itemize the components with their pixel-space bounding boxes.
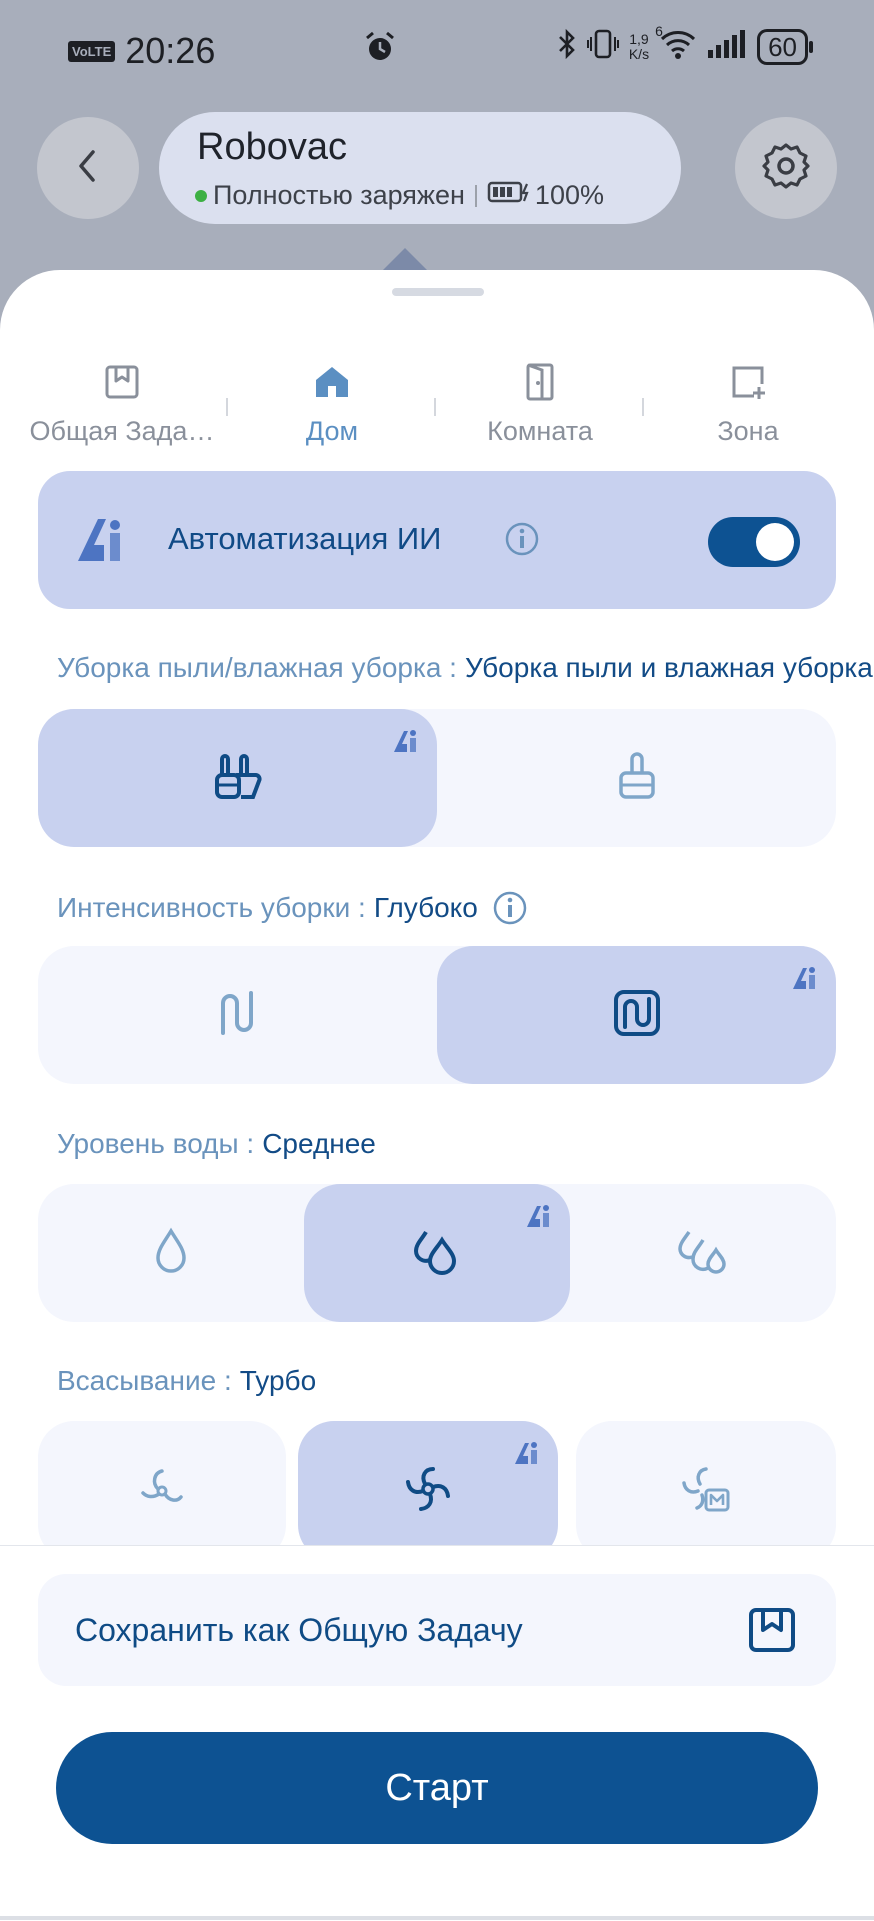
water-level-label: Уровень воды : Среднее [57, 1128, 376, 1160]
start-button[interactable]: Старт [56, 1732, 818, 1844]
chevron-left-icon [73, 146, 103, 191]
clock: 20:26 [125, 30, 216, 71]
tab-label: Зона [717, 416, 779, 446]
fan-turbo-icon [403, 1464, 453, 1519]
battery-indicator: 60 [757, 28, 813, 65]
standard-intensity-option[interactable] [38, 946, 437, 1084]
info-icon[interactable] [492, 890, 528, 926]
cleaning-mode-title: Уборка пыли/влажная уборка : [57, 652, 457, 683]
ai-badge-icon [393, 729, 419, 758]
water-drops-high-icon [675, 1226, 731, 1281]
device-status-text: Полностью заряжен [213, 180, 465, 210]
water-level-title: Уровень воды : [57, 1128, 255, 1159]
battery-charging-icon [487, 180, 531, 211]
tab-room[interactable]: Комната [436, 360, 644, 447]
back-button[interactable] [37, 117, 139, 219]
tab-label: Общая Зада… [29, 416, 215, 446]
signal-icon [707, 30, 747, 63]
suction-label: Всасывание : Турбо [57, 1365, 316, 1397]
ai-logo-icon [76, 515, 126, 570]
fan-low-icon [138, 1465, 186, 1518]
status-right: 1,9 K/s 6 60 [557, 23, 813, 65]
cleaning-mode-label: Уборка пыли/влажная уборка : Уборка пыли… [57, 652, 873, 684]
water-level-value: Среднее [262, 1128, 376, 1159]
info-icon[interactable] [504, 521, 540, 562]
network-speed-value: 1,9 [629, 30, 649, 47]
settings-button[interactable] [735, 117, 837, 219]
robot-marker [383, 248, 427, 270]
bookmark-icon [748, 1607, 796, 1658]
ai-badge-icon [514, 1441, 540, 1470]
tab-zone[interactable]: Зона [644, 360, 852, 447]
tab-shared-task[interactable]: Общая Зада… [18, 360, 226, 447]
tab-label: Комната [487, 416, 593, 446]
ai-automation-toggle[interactable] [708, 517, 800, 567]
suction-turbo-option[interactable] [298, 1421, 558, 1561]
water-low-option[interactable] [38, 1184, 304, 1322]
suction-title: Всасывание : [57, 1365, 232, 1396]
bottom-actions: Сохранить как Общую Задачу Старт [0, 1545, 874, 1921]
wifi-label: 6 [655, 23, 663, 39]
device-info-pill[interactable]: Robovac Полностью заряжен 100% [159, 112, 681, 224]
bookmark-icon [18, 360, 226, 404]
suction-value: Турбо [239, 1365, 317, 1396]
wifi-icon: 6 [655, 23, 697, 64]
ai-automation-title: Автоматизация ИИ [168, 521, 442, 556]
water-drop-icon [151, 1227, 191, 1280]
status-bar: VoLTE 20:26 1,9 K/s 6 60 [0, 0, 874, 100]
device-status: Полностью заряжен 100% [195, 180, 604, 211]
vacuum-brush-icon [612, 749, 662, 808]
single-pass-icon [216, 989, 260, 1042]
cleaning-mode-selector [38, 709, 836, 847]
vacuum-and-mop-option[interactable] [38, 709, 437, 847]
save-as-shared-task-label: Сохранить как Общую Задачу [75, 1612, 523, 1648]
status-divider [474, 184, 477, 207]
device-battery-percent: 100% [534, 180, 604, 210]
suction-selector [38, 1421, 836, 1561]
ai-automation-card: Автоматизация ИИ [38, 471, 836, 609]
online-dot [195, 189, 207, 202]
intensity-title: Интенсивность уборки : [57, 892, 366, 923]
vibrate-icon [586, 29, 619, 64]
door-icon [436, 360, 644, 404]
deep-intensity-option[interactable] [437, 946, 836, 1084]
intensity-label: Интенсивность уборки : Глубоко [57, 890, 528, 926]
intensity-value: Глубоко [373, 892, 478, 923]
bluetooth-icon [557, 28, 577, 65]
double-pass-icon [613, 989, 661, 1042]
intensity-selector [38, 946, 836, 1084]
device-name: Robovac [197, 126, 347, 168]
water-drops-icon [411, 1226, 463, 1281]
save-as-shared-task-button[interactable]: Сохранить как Общую Задачу [38, 1574, 836, 1686]
suction-max-option[interactable] [576, 1421, 836, 1561]
vacuum-mop-icon [211, 749, 265, 808]
vacuum-only-option[interactable] [437, 709, 836, 847]
sheet-handle[interactable] [392, 288, 484, 296]
water-high-option[interactable] [570, 1184, 836, 1322]
mode-tabs: Общая Зада… Дом Комната Зона [0, 360, 874, 450]
ai-badge-icon [526, 1204, 552, 1233]
home-icon [228, 360, 436, 404]
gear-icon [761, 141, 811, 196]
home-indicator [0, 1916, 874, 1920]
ai-badge-icon [792, 966, 818, 995]
cleaning-mode-value: Уборка пыли и влажная уборка [464, 652, 873, 683]
alarm-icon [363, 30, 397, 69]
water-medium-option[interactable] [304, 1184, 570, 1322]
network-speed-unit: K/s [628, 45, 650, 62]
zone-add-icon [644, 360, 852, 404]
tab-home[interactable]: Дом [228, 360, 436, 447]
network-speed: 1,9 K/s [628, 30, 650, 62]
suction-quiet-option[interactable] [38, 1421, 286, 1561]
status-left: VoLTE 20:26 [68, 30, 215, 72]
tab-label: Дом [305, 416, 359, 446]
fan-max-icon [680, 1464, 732, 1519]
volte-indicator: VoLTE [68, 40, 116, 62]
toggle-knob [756, 523, 794, 561]
water-level-selector [38, 1184, 836, 1322]
